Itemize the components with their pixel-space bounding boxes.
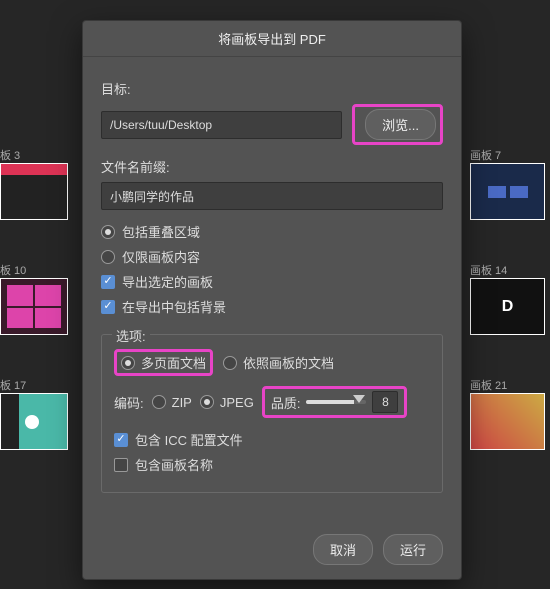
selected-label: 导出选定的画板 bbox=[122, 272, 213, 291]
artboard-label: 画板 14 bbox=[470, 262, 507, 278]
artboard-thumb[interactable] bbox=[0, 163, 68, 220]
quality-value[interactable] bbox=[372, 391, 398, 413]
highlight-multipage: 多页面文档 bbox=[114, 349, 213, 376]
quality-slider[interactable] bbox=[306, 400, 366, 404]
background-checkbox[interactable] bbox=[101, 300, 115, 314]
icc-checkbox[interactable] bbox=[114, 433, 128, 447]
prefix-input[interactable] bbox=[101, 182, 443, 210]
options-group: 选项: 多页面文档 依照画板的文档 编码: ZIP bbox=[101, 334, 443, 493]
artboard-only-label: 仅限画板内容 bbox=[122, 247, 200, 266]
artboard-thumb[interactable] bbox=[470, 163, 545, 220]
overlap-label: 包括重叠区域 bbox=[122, 222, 200, 241]
artboard-label: 板 3 bbox=[0, 147, 20, 163]
zip-radio[interactable] bbox=[152, 395, 166, 409]
artboard-thumb[interactable] bbox=[470, 393, 545, 450]
artboard-label: 板 17 bbox=[0, 377, 26, 393]
encoding-label: 编码: bbox=[114, 393, 144, 412]
highlight-quality: 品质: bbox=[262, 386, 408, 418]
multipage-radio[interactable] bbox=[121, 356, 135, 370]
jpeg-label: JPEG bbox=[220, 395, 254, 410]
highlight-browse: 浏览... bbox=[352, 104, 443, 145]
selected-checkbox[interactable] bbox=[101, 275, 115, 289]
artboard-name-checkbox[interactable] bbox=[114, 458, 128, 472]
icc-label: 包含 ICC 配置文件 bbox=[135, 430, 243, 449]
jpeg-radio[interactable] bbox=[200, 395, 214, 409]
artboard-label: 画板 21 bbox=[470, 377, 507, 393]
background-label: 在导出中包括背景 bbox=[122, 297, 226, 316]
options-title: 选项: bbox=[112, 326, 150, 345]
artboard-name-label: 包含画板名称 bbox=[135, 455, 213, 474]
artboard-label: 板 10 bbox=[0, 262, 26, 278]
destination-input[interactable] bbox=[101, 111, 342, 139]
artboard-label: 画板 7 bbox=[470, 147, 501, 163]
zip-label: ZIP bbox=[172, 395, 192, 410]
destination-label: 目标: bbox=[101, 79, 443, 98]
cancel-button[interactable]: 取消 bbox=[313, 534, 373, 565]
prefix-label: 文件名前缀: bbox=[101, 157, 443, 176]
artboard-thumb[interactable] bbox=[0, 393, 68, 450]
per-artboard-radio[interactable] bbox=[223, 356, 237, 370]
overlap-radio[interactable] bbox=[101, 225, 115, 239]
export-pdf-dialog: 将画板导出到 PDF 目标: 浏览... 文件名前缀: 包括重叠区域 仅限画板内… bbox=[82, 20, 462, 580]
artboard-only-radio[interactable] bbox=[101, 250, 115, 264]
multipage-label: 多页面文档 bbox=[141, 353, 206, 372]
dialog-title: 将画板导出到 PDF bbox=[83, 21, 461, 57]
run-button[interactable]: 运行 bbox=[383, 534, 443, 565]
per-artboard-label: 依照画板的文档 bbox=[243, 353, 334, 372]
artboard-thumb[interactable]: D bbox=[470, 278, 545, 335]
quality-label: 品质: bbox=[271, 393, 301, 412]
artboard-thumb[interactable] bbox=[0, 278, 68, 335]
dialog-footer: 取消 运行 bbox=[313, 534, 443, 565]
browse-button[interactable]: 浏览... bbox=[365, 109, 436, 140]
